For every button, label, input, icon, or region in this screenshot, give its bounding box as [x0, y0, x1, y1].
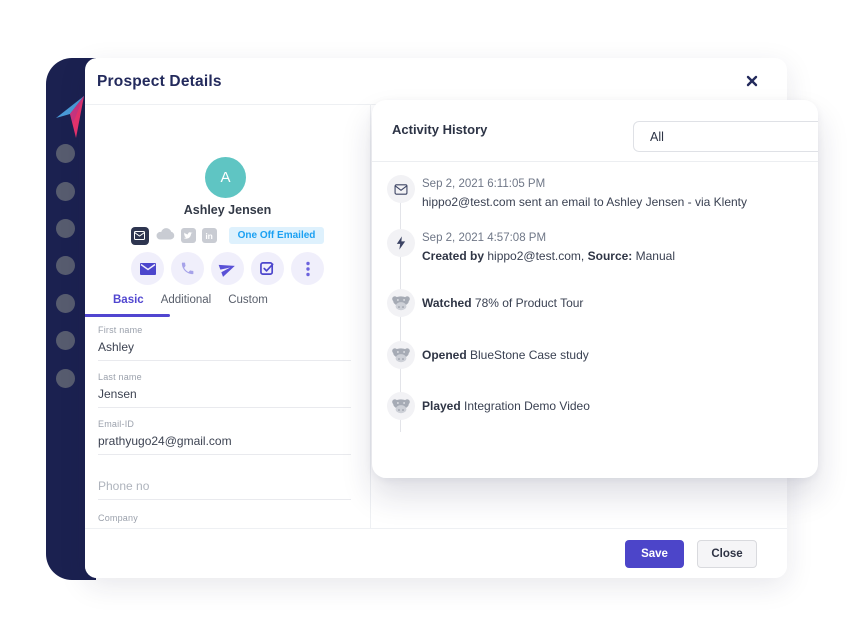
activity-text: Watched 78% of Product Tour	[422, 296, 804, 310]
hippo-activity-icon	[387, 341, 415, 369]
activity-text: Created by hippo2@test.com, Source: Manu…	[422, 249, 804, 263]
first-name-input[interactable]: Ashley	[98, 340, 351, 354]
klenty-logo-icon	[54, 94, 86, 140]
email-id-field[interactable]: Email-ID prathyugo24@gmail.com	[98, 419, 351, 455]
prospect-name: Ashley Jensen	[85, 203, 370, 217]
phone-input[interactable]: Phone no	[98, 479, 351, 493]
page-title: Prospect Details	[97, 58, 222, 105]
checkbox-icon	[260, 261, 275, 276]
activity-text: Played Integration Demo Video	[422, 399, 804, 413]
save-button[interactable]: Save	[625, 540, 684, 568]
field-label: First name	[98, 325, 351, 335]
page: Prospect Details A Ashley Jensen	[0, 0, 854, 637]
hippo-activity-icon	[387, 392, 415, 420]
cloud-icon[interactable]	[155, 226, 175, 246]
twitter-icon[interactable]	[181, 228, 196, 243]
envelope-icon	[140, 263, 156, 275]
first-name-field[interactable]: First name Ashley	[98, 325, 351, 361]
social-row: in One Off Emailed	[85, 226, 370, 245]
activity-text: Opened BlueStone Case study	[422, 348, 804, 362]
phone-icon	[180, 261, 195, 276]
field-label: Email-ID	[98, 419, 351, 429]
active-tab-indicator	[85, 314, 170, 317]
activity-text: hippo2@test.com sent an email to Ashley …	[422, 195, 804, 209]
email-provider-icon[interactable]	[131, 227, 149, 245]
send-email-button[interactable]	[131, 252, 164, 285]
sidebar-nav-dot[interactable]	[56, 182, 75, 201]
last-name-field[interactable]: Last name Jensen	[98, 372, 351, 408]
tab-additional[interactable]: Additional	[161, 294, 212, 306]
sidebar-nav-dot[interactable]	[56, 331, 75, 350]
status-badge: One Off Emailed	[229, 227, 325, 244]
tab-custom[interactable]: Custom	[228, 294, 268, 306]
activity-time: Sep 2, 2021 6:11:05 PM	[422, 178, 545, 190]
tasks-button[interactable]	[251, 252, 284, 285]
field-label: Company	[98, 513, 351, 523]
last-name-input[interactable]: Jensen	[98, 387, 351, 401]
flash-activity-icon	[387, 229, 415, 257]
sidebar-nav-dot[interactable]	[56, 219, 75, 238]
tab-basic[interactable]: Basic	[113, 294, 144, 306]
sidebar-nav-dot[interactable]	[56, 369, 75, 388]
prospect-tabs: Basic Additional Custom	[113, 294, 268, 306]
modal-footer: Save Close	[85, 528, 787, 578]
modal-header: Prospect Details	[85, 58, 787, 105]
activity-filter-dropdown[interactable]: All	[633, 121, 818, 152]
prospect-actions	[85, 252, 370, 285]
hippo-activity-icon	[387, 289, 415, 317]
vertical-ellipsis-icon	[306, 261, 310, 277]
more-options-button[interactable]	[291, 252, 324, 285]
activity-time: Sep 2, 2021 4:57:08 PM	[422, 232, 546, 244]
sidebar-nav-dot[interactable]	[56, 294, 75, 313]
field-label: Last name	[98, 372, 351, 382]
call-button[interactable]	[171, 252, 204, 285]
linkedin-icon[interactable]: in	[202, 228, 217, 243]
activity-history-card: Activity History All Sep 2, 2021 6:11:05…	[372, 100, 818, 478]
paper-plane-icon	[217, 258, 239, 280]
avatar: A	[205, 157, 246, 198]
activity-title: Activity History	[392, 122, 487, 137]
email-id-input[interactable]: prathyugo24@gmail.com	[98, 434, 351, 448]
sidebar-nav-dot[interactable]	[56, 256, 75, 275]
close-icon[interactable]	[745, 74, 759, 88]
prospect-panel: A Ashley Jensen	[85, 105, 371, 528]
phone-field[interactable]: Phone no	[98, 479, 351, 500]
sidebar-nav-dot[interactable]	[56, 144, 75, 163]
start-cadence-button[interactable]	[211, 252, 244, 285]
close-button[interactable]: Close	[697, 540, 757, 568]
activity-header: Activity History All	[372, 100, 818, 162]
email-activity-icon	[387, 175, 415, 203]
